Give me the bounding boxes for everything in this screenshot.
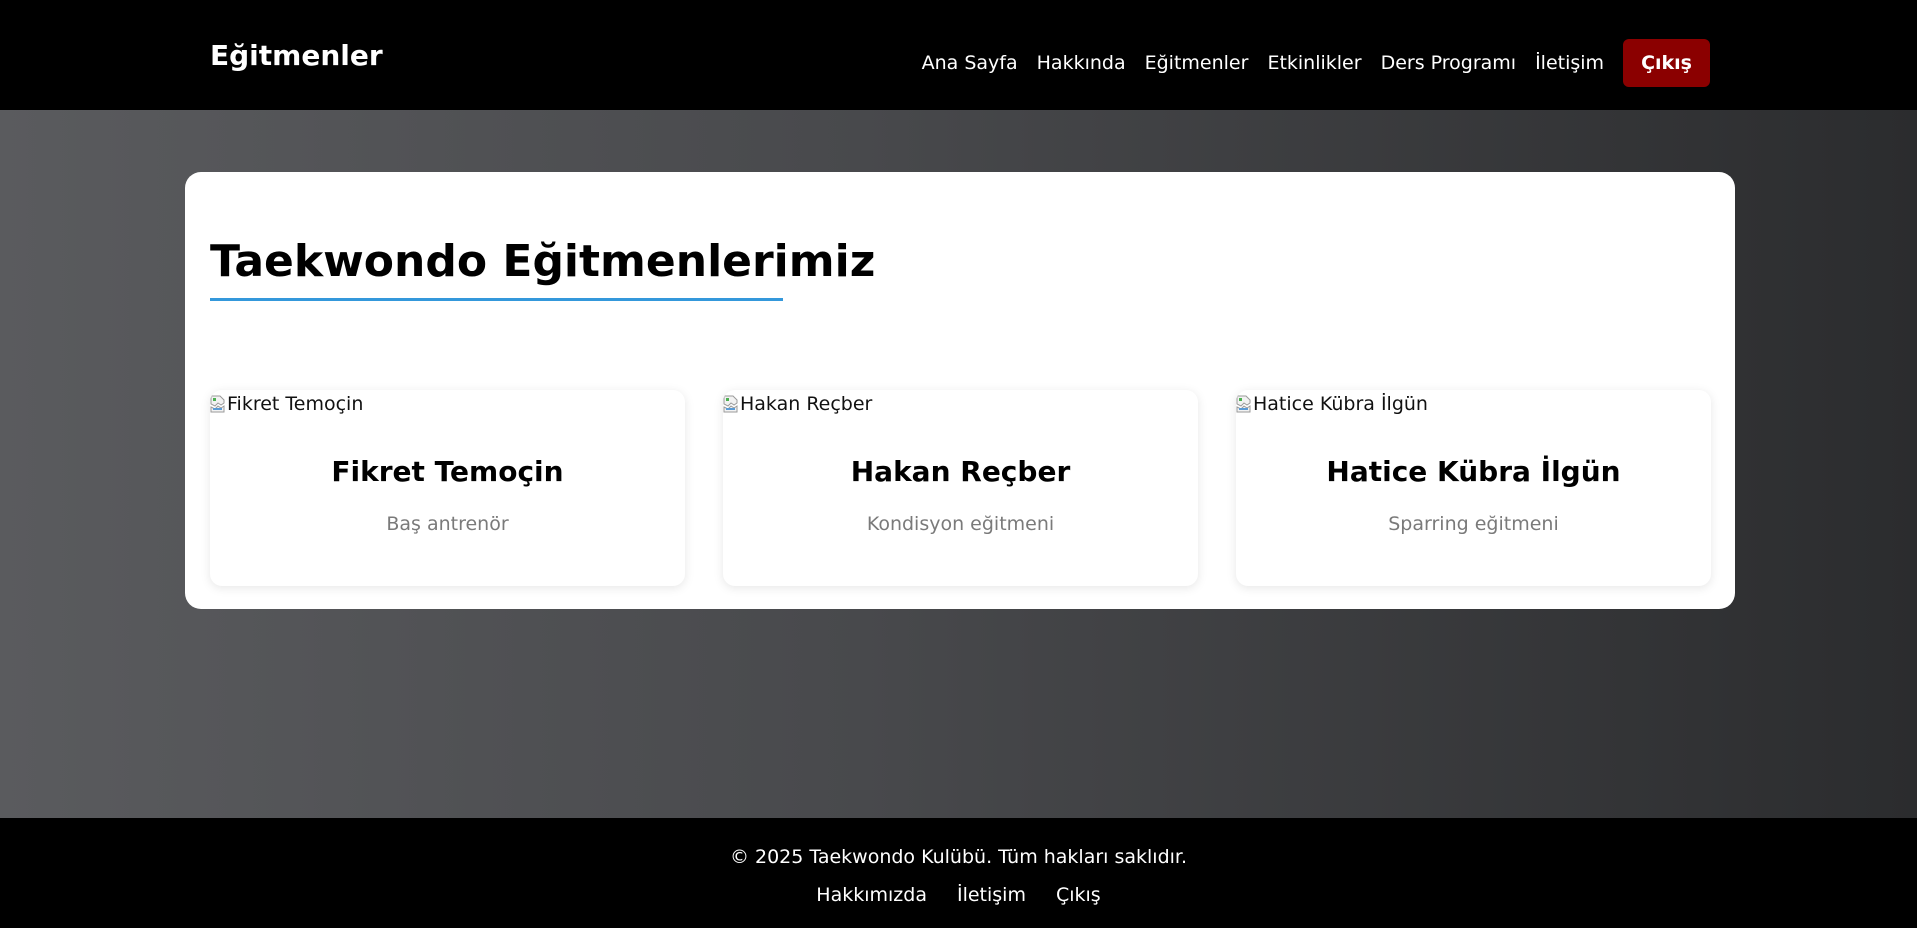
nav-link-ders-programi[interactable]: Ders Programı	[1381, 38, 1517, 88]
brand-title: Eğitmenler	[210, 39, 383, 72]
instructor-role: Kondisyon eğitmeni	[866, 513, 1055, 535]
logout-button[interactable]: Çıkış	[1623, 39, 1710, 87]
footer-link-hakkimizda[interactable]: Hakkımızda	[816, 882, 927, 908]
nav-link-etkinlikler[interactable]: Etkinlikler	[1267, 38, 1361, 88]
footer-link-cikis[interactable]: Çıkış	[1056, 882, 1101, 908]
instructor-card: Hatice Kübra İlgün Hatice Kübra İlgün Sp…	[1236, 390, 1711, 586]
instructor-name: Fikret Temoçin	[331, 455, 564, 488]
nav-link-hakkinda[interactable]: Hakkında	[1037, 38, 1126, 88]
broken-image-icon	[1236, 395, 1252, 413]
main-nav: Ana Sayfa Hakkında Eğitmenler Etkinlikle…	[922, 38, 1710, 88]
instructor-image: Hakan Reçber	[723, 390, 872, 418]
broken-image-icon	[723, 395, 739, 413]
instructor-cards: Fikret Temoçin Fikret Temoçin Baş antren…	[210, 390, 1711, 586]
instructor-role: Sparring eğitmeni	[1388, 513, 1559, 535]
copyright-text: © 2025 Taekwondo Kulübü. Tüm hakları sak…	[729, 846, 1188, 868]
instructor-image: Hatice Kübra İlgün	[1236, 390, 1428, 418]
instructor-image-alt: Hakan Reçber	[740, 393, 873, 415]
instructor-role: Baş antrenör	[386, 513, 509, 535]
footer-links: Hakkımızda İletişim Çıkış	[0, 882, 1917, 908]
footer-link-iletisim[interactable]: İletişim	[957, 882, 1026, 908]
nav-link-ana-sayfa[interactable]: Ana Sayfa	[922, 38, 1018, 88]
site-header: Eğitmenler Ana Sayfa Hakkında Eğitmenler…	[0, 0, 1917, 110]
instructor-name: Hakan Reçber	[850, 455, 1071, 488]
nav-link-egitmenler[interactable]: Eğitmenler	[1145, 38, 1249, 88]
page-title: Taekwondo Eğitmenlerimiz	[210, 236, 876, 287]
instructor-image-alt: Hatice Kübra İlgün	[1253, 393, 1428, 415]
site-footer: © 2025 Taekwondo Kulübü. Tüm hakları sak…	[0, 818, 1917, 928]
broken-image-icon	[210, 395, 226, 413]
title-underline	[210, 298, 783, 301]
instructor-name: Hatice Kübra İlgün	[1326, 455, 1621, 488]
instructor-card: Hakan Reçber Hakan Reçber Kondisyon eğit…	[723, 390, 1198, 586]
instructor-image: Fikret Temoçin	[210, 390, 363, 418]
instructor-card: Fikret Temoçin Fikret Temoçin Baş antren…	[210, 390, 685, 586]
instructor-image-alt: Fikret Temoçin	[227, 393, 364, 415]
instructors-panel: Taekwondo Eğitmenlerimiz Fikret Temoçin …	[185, 172, 1735, 609]
nav-link-iletisim[interactable]: İletişim	[1535, 38, 1604, 88]
